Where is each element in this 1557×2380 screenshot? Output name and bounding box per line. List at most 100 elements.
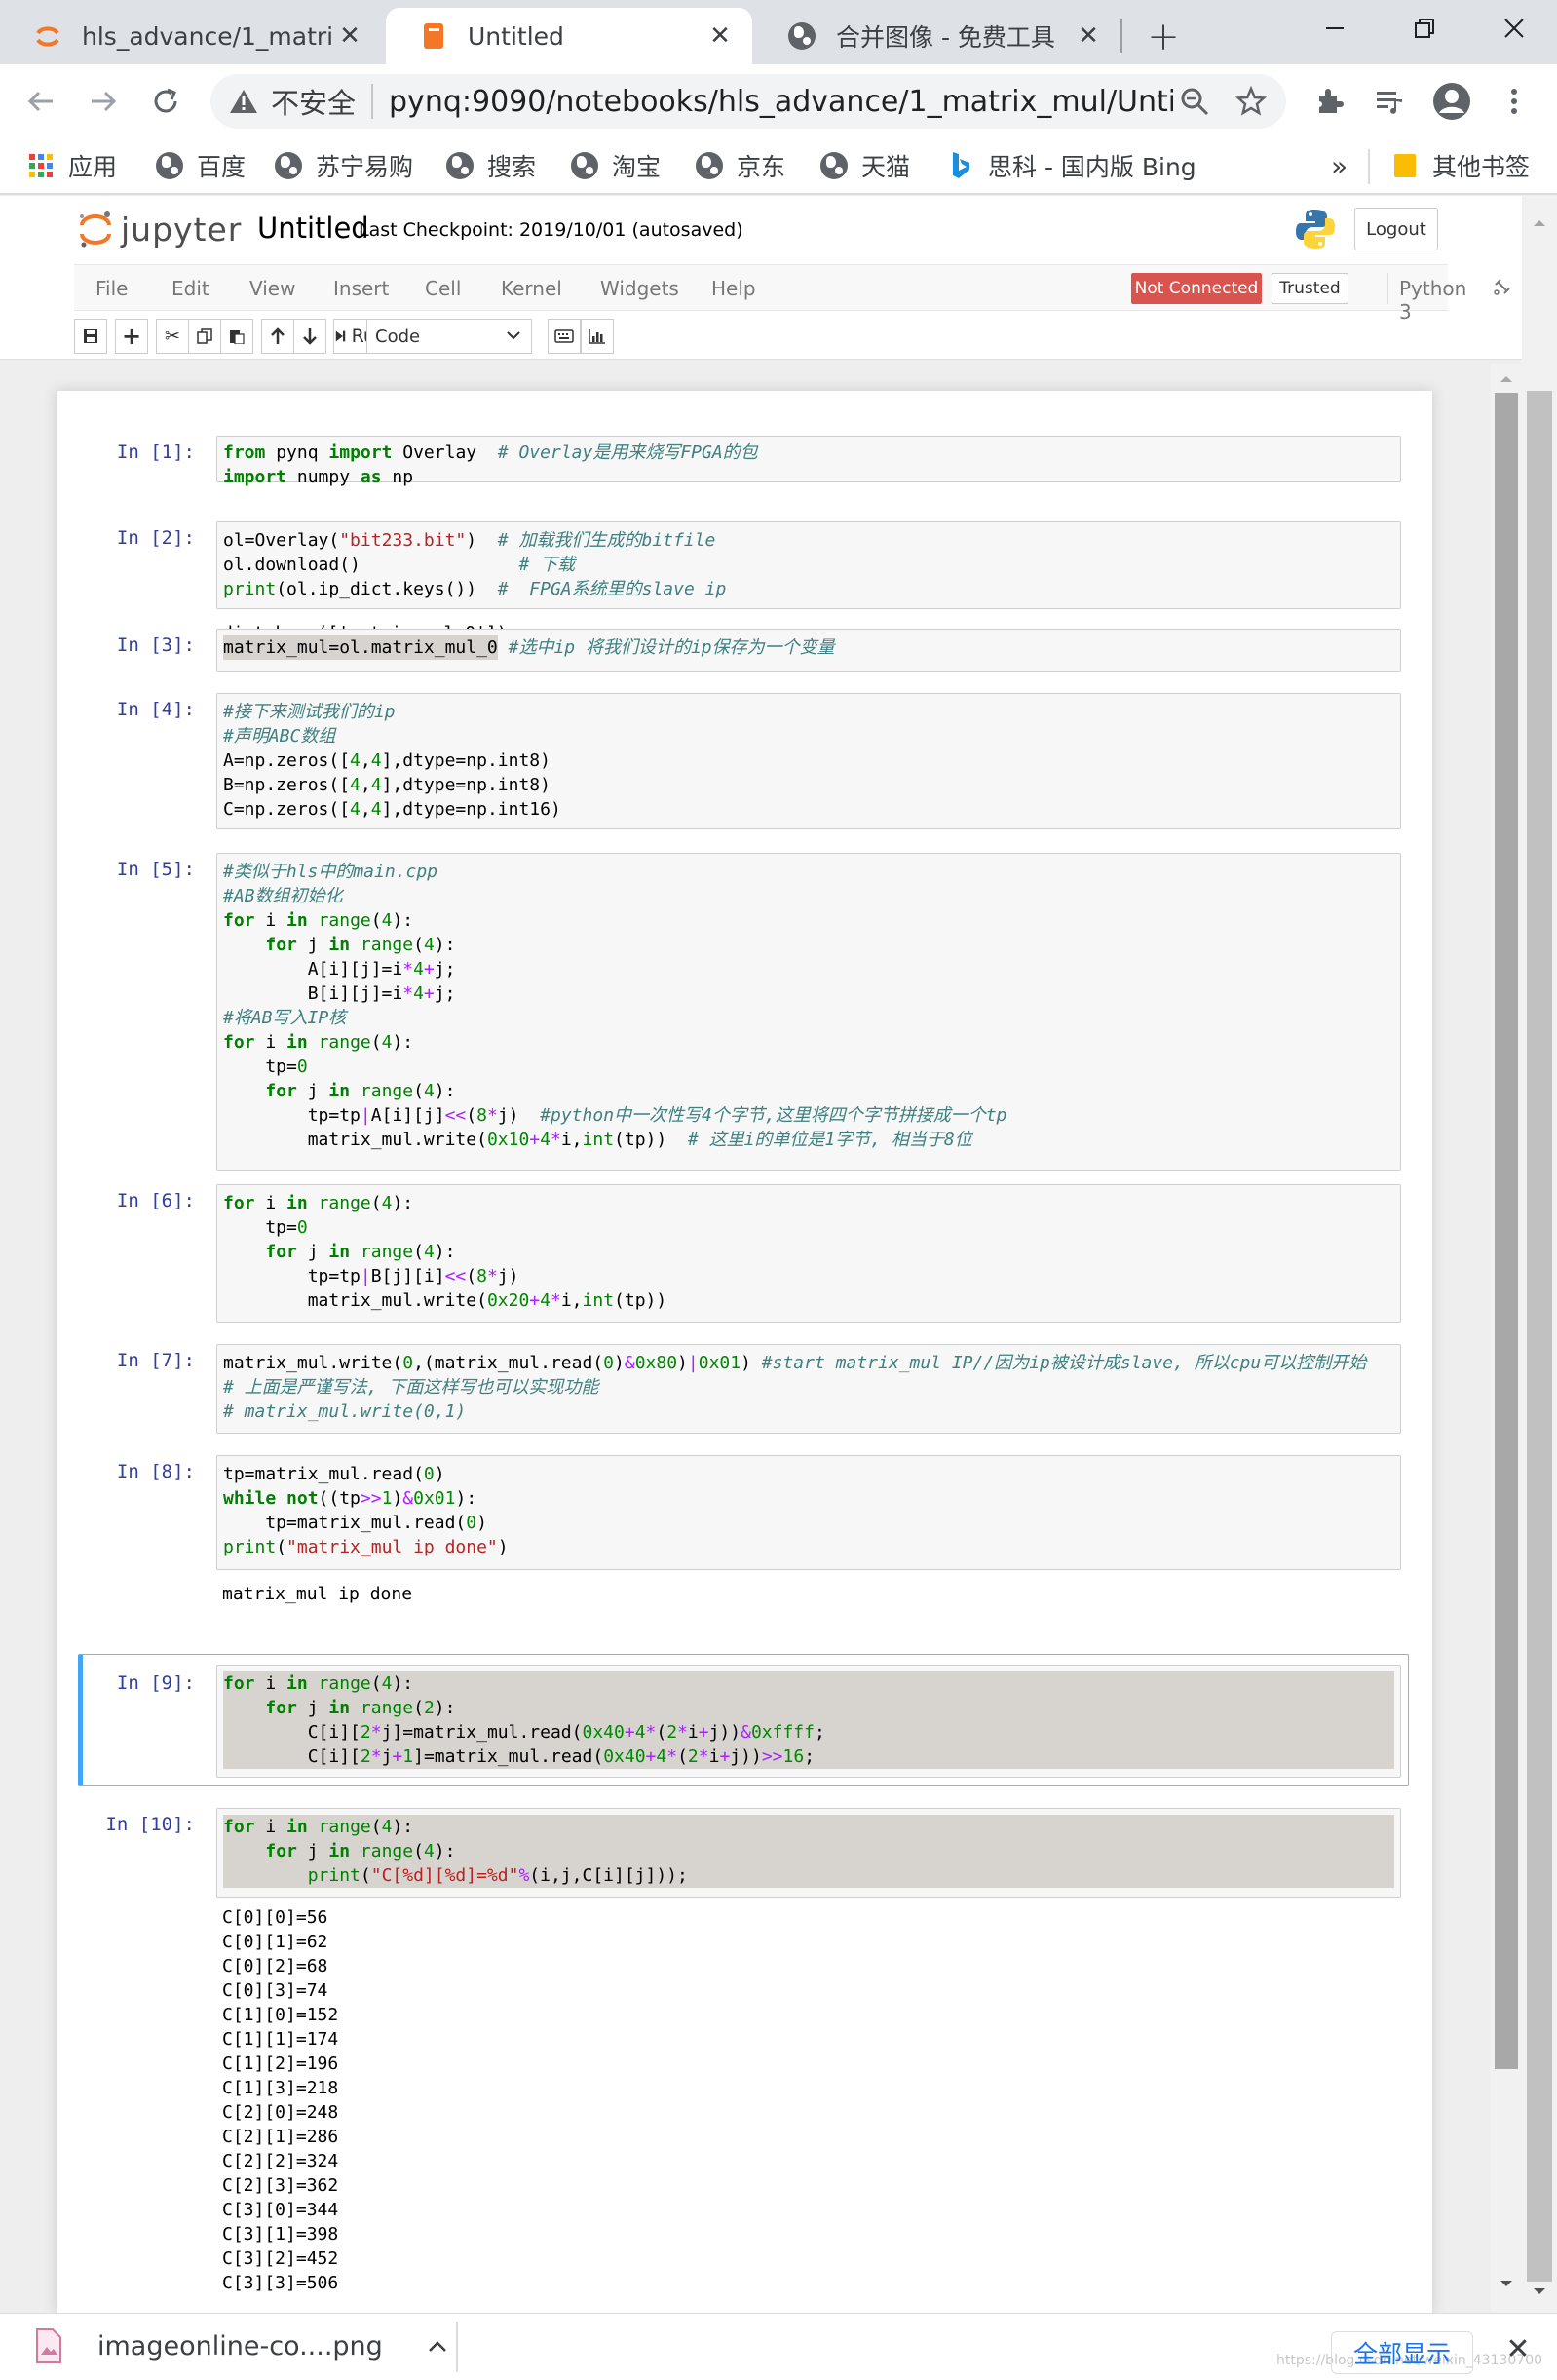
code-line[interactable]: for i in range(4): xyxy=(223,1191,1394,1215)
code-input[interactable]: matrix_mul=ol.matrix_mul_0 #选中ip 将我们设计的i… xyxy=(216,629,1401,672)
code-line[interactable]: ol=Overlay("bit233.bit") # 加载我们生成的bitfil… xyxy=(223,528,1394,553)
code-line[interactable]: tp=matrix_mul.read(0) xyxy=(223,1462,1394,1486)
code-line[interactable]: from pynq import Overlay # Overlay是用来烧写F… xyxy=(223,441,1394,465)
code-line[interactable]: print("C[%d][%d]=%d"%(i,j,C[i][j])); xyxy=(223,1863,1394,1888)
code-line[interactable]: matrix_mul.write(0,(matrix_mul.read(0)&0… xyxy=(223,1351,1394,1375)
code-line[interactable]: matrix_mul=ol.matrix_mul_0 #选中ip 将我们设计的i… xyxy=(223,635,1394,660)
warning-icon[interactable] xyxy=(228,86,259,117)
bookmark-taobao[interactable]: 淘宝 xyxy=(571,146,661,185)
code-line[interactable]: ol.download() # 下载 xyxy=(223,553,1394,577)
back-button[interactable] xyxy=(18,78,64,125)
menu-edit[interactable]: Edit xyxy=(171,277,209,300)
code-line[interactable]: # matrix_mul.write(0,1) xyxy=(223,1400,1394,1424)
code-line[interactable]: #将AB写入IP核 xyxy=(223,1006,1394,1030)
code-cell[interactable]: In [5]: #类似于hls中的main.cpp #AB数组初始化 for i i… xyxy=(78,835,1409,1171)
menu-widgets[interactable]: Widgets xyxy=(600,277,679,300)
code-line[interactable]: while not((tp>>1)&0x01): xyxy=(223,1486,1394,1511)
restore-button[interactable] xyxy=(1380,0,1469,57)
code-line[interactable]: print("matrix_mul ip done") xyxy=(223,1535,1394,1559)
code-line[interactable]: matrix_mul.write(0x20+4*i,int(tp)) xyxy=(223,1288,1394,1313)
code-line[interactable]: for i in range(4): xyxy=(223,1671,1394,1696)
move-up-button[interactable] xyxy=(261,319,294,354)
code-line[interactable]: B=np.zeros([4,4],dtype=np.int8) xyxy=(223,773,1394,797)
chart-button[interactable] xyxy=(581,319,614,354)
menu-cell[interactable]: Cell xyxy=(425,277,461,300)
code-line[interactable]: #AB数组初始化 xyxy=(223,884,1394,908)
code-line[interactable]: import numpy as np xyxy=(223,465,1394,489)
code-cell[interactable]: In [10]: for i in range(4): for j in ran… xyxy=(78,1794,1409,2301)
code-line[interactable]: #声明ABC数组 xyxy=(223,724,1394,749)
code-cell[interactable]: In [7]: matrix_mul.write(0,(matrix_mul.r… xyxy=(78,1326,1409,1434)
new-tab-button[interactable]: + xyxy=(1142,15,1185,59)
bookmark-search[interactable]: 搜索 xyxy=(446,146,536,185)
url-text[interactable]: pynq:9090/notebooks/hls_advance/1_matrix… xyxy=(389,85,1173,119)
menu-kernel[interactable]: Kernel xyxy=(501,277,562,300)
code-line[interactable]: for j in range(4): xyxy=(223,1079,1394,1103)
code-input[interactable]: #类似于hls中的main.cpp #AB数组初始化 for i in range(… xyxy=(216,853,1401,1171)
bookmark-star-icon[interactable] xyxy=(1230,80,1272,123)
bookmark-apps[interactable]: 应用 xyxy=(27,146,117,185)
code-line[interactable]: A=np.zeros([4,4],dtype=np.int8) xyxy=(223,749,1394,773)
code-input[interactable]: for i in range(4): tp=0 for j in range(4… xyxy=(216,1184,1401,1323)
chevron-up-icon[interactable] xyxy=(426,2331,449,2361)
code-cell[interactable]: In [3]: matrix_mul=ol.matrix_mul_0 #选中ip… xyxy=(78,613,1409,672)
code-line[interactable]: # 上面是严谨写法, 下面这样写也可以实现功能 xyxy=(223,1375,1394,1400)
code-line[interactable]: A[i][j]=i*4+j; xyxy=(223,957,1394,981)
close-icon[interactable]: ✕ xyxy=(333,19,366,53)
paste-button[interactable] xyxy=(220,319,253,354)
notebook-scrollbar[interactable] xyxy=(1491,364,1522,2313)
code-input[interactable]: tp=matrix_mul.read(0) while not((tp>>1)&0… xyxy=(216,1455,1401,1570)
tab-merge-image[interactable]: 合并图像 - 免费工具 ✕ xyxy=(754,8,1120,64)
notebook-name[interactable]: Untitled xyxy=(257,211,369,245)
code-line[interactable]: tp=tp|B[j][i]<<(8*j) xyxy=(223,1264,1394,1288)
code-line[interactable]: for i in range(4): xyxy=(223,1815,1394,1839)
minimize-button[interactable] xyxy=(1290,0,1380,57)
extensions-icon[interactable] xyxy=(1306,78,1352,125)
logout-button[interactable]: Logout xyxy=(1354,208,1438,250)
code-line[interactable]: tp=matrix_mul.read(0) xyxy=(223,1511,1394,1535)
close-icon[interactable]: ✕ xyxy=(1072,19,1105,53)
code-line[interactable]: for j in range(4): xyxy=(223,933,1394,957)
code-line[interactable]: tp=0 xyxy=(223,1055,1394,1079)
menu-view[interactable]: View xyxy=(249,277,295,300)
code-line[interactable]: C=np.zeros([4,4],dtype=np.int16) xyxy=(223,797,1394,822)
code-cell[interactable]: In [2]: ol=Overlay("bit233.bit") # 加载我们生… xyxy=(78,502,1409,643)
code-input[interactable]: matrix_mul.write(0,(matrix_mul.read(0)&0… xyxy=(216,1344,1401,1434)
reload-button[interactable] xyxy=(142,78,189,125)
forward-button[interactable] xyxy=(80,78,127,125)
code-line[interactable]: for j in range(4): xyxy=(223,1240,1394,1264)
bookmark-suning[interactable]: 苏宁易购 xyxy=(275,146,413,185)
close-window-button[interactable] xyxy=(1469,0,1557,57)
code-line[interactable]: for j in range(4): xyxy=(223,1839,1394,1863)
code-line[interactable]: matrix_mul.write(0x10+4*i,int(tp)) # 这里i… xyxy=(223,1128,1394,1152)
code-cell[interactable]: In [6]: for i in range(4): tp=0 for j in… xyxy=(78,1167,1409,1323)
code-line[interactable]: tp=0 xyxy=(223,1215,1394,1240)
close-icon[interactable]: ✕ xyxy=(703,19,737,53)
jupyter-logo[interactable]: jupyter xyxy=(78,210,242,249)
other-bookmarks[interactable]: 其他书签 xyxy=(1391,146,1530,185)
code-input[interactable]: #接下来测试我们的ip #声明ABC数组 A=np.zeros([4,4],dtyp… xyxy=(216,693,1401,829)
close-icon[interactable]: ✕ xyxy=(1499,2329,1538,2368)
code-line[interactable]: for i in range(4): xyxy=(223,1030,1394,1055)
bookmark-jd[interactable]: 京东 xyxy=(696,146,785,185)
scrollbar-thumb[interactable] xyxy=(1495,393,1518,2069)
code-line[interactable]: C[i][2*j]=matrix_mul.read(0x40+4*(2*i+j)… xyxy=(223,1720,1394,1745)
menu-kebab-icon[interactable] xyxy=(1491,78,1538,125)
code-line[interactable]: B[i][j]=i*4+j; xyxy=(223,981,1394,1006)
bookmark-baidu[interactable]: 百度 xyxy=(156,146,246,185)
insecure-label[interactable]: 不安全 xyxy=(271,81,356,122)
zoom-icon[interactable] xyxy=(1173,80,1216,123)
cell-type-select[interactable]: Code xyxy=(366,319,532,354)
connection-status-badge[interactable]: Not Connected xyxy=(1131,273,1262,304)
save-button[interactable] xyxy=(74,319,107,354)
tab-hls-advance[interactable]: hls_advance/1_matrix ✕ xyxy=(0,8,382,64)
trusted-badge[interactable]: Trusted xyxy=(1272,273,1348,304)
code-line[interactable]: C[i][2*j+1]=matrix_mul.read(0x40+4*(2*i+… xyxy=(223,1745,1394,1769)
copy-button[interactable] xyxy=(188,319,221,354)
code-input[interactable]: for i in range(4): for j in range(2): C[… xyxy=(216,1665,1401,1778)
bookmark-bing[interactable]: 思科 - 国内版 Bing xyxy=(947,146,1196,185)
code-input[interactable]: from pynq import Overlay # Overlay是用来烧写F… xyxy=(216,436,1401,487)
move-down-button[interactable] xyxy=(293,319,326,354)
bookmarks-overflow-button[interactable]: » xyxy=(1331,146,1348,185)
add-cell-button[interactable]: + xyxy=(115,319,148,354)
